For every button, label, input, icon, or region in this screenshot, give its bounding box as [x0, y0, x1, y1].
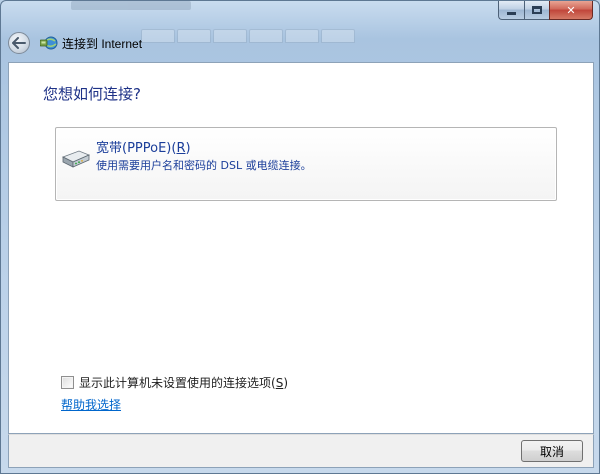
back-button[interactable] [8, 32, 30, 54]
show-options-label-text: 显示此计算机未设置使用的连接选项( [79, 376, 276, 390]
minimize-button[interactable] [498, 1, 524, 20]
dialog-title: 连接到 Internet [62, 36, 143, 51]
show-options-checkbox[interactable] [61, 376, 74, 389]
maximize-icon [532, 6, 542, 14]
show-options-row: 显示此计算机未设置使用的连接选项(S) [61, 374, 288, 391]
caption-buttons: ✕ [498, 1, 593, 20]
option-title-suffix: ) [185, 141, 191, 156]
page-heading: 您想如何连接? [43, 85, 141, 103]
minimize-icon [507, 11, 516, 15]
ghost-title-bar [71, 1, 191, 10]
close-icon: ✕ [566, 3, 576, 17]
option-description: 使用需要用户名和密码的 DSL 或电缆连接。 [96, 159, 312, 172]
network-connect-icon [39, 35, 58, 51]
broadband-modem-icon [61, 148, 91, 170]
connection-option-pppoe[interactable]: 宽带(PPPoE)(R) 使用需要用户名和密码的 DSL 或电缆连接。 [55, 127, 557, 201]
option-title-text: 宽带(PPPoE)( [96, 141, 177, 156]
close-button[interactable]: ✕ [549, 1, 593, 20]
maximize-button[interactable] [524, 1, 549, 20]
back-arrow-icon [12, 37, 26, 49]
option-title: 宽带(PPPoE)(R) [96, 137, 191, 156]
help-me-choose-link[interactable]: 帮助我选择 [61, 396, 121, 413]
show-options-label-suffix: ) [283, 376, 288, 390]
content-area: 您想如何连接? 宽带(PPPoE)(R) 使用需要用户名和密码的 DSL 或电缆… [8, 62, 594, 434]
window-frame: ✕ 连接到 Internet 您想如何连接? 宽带(PPPoE)(R) 使用需要… [0, 0, 600, 474]
dialog-footer: 取消 [8, 434, 594, 468]
nav-row: 连接到 Internet [1, 27, 600, 59]
cancel-button[interactable]: 取消 [521, 440, 583, 462]
option-accelerator-key: R [176, 141, 186, 156]
show-options-label[interactable]: 显示此计算机未设置使用的连接选项(S) [79, 374, 288, 391]
